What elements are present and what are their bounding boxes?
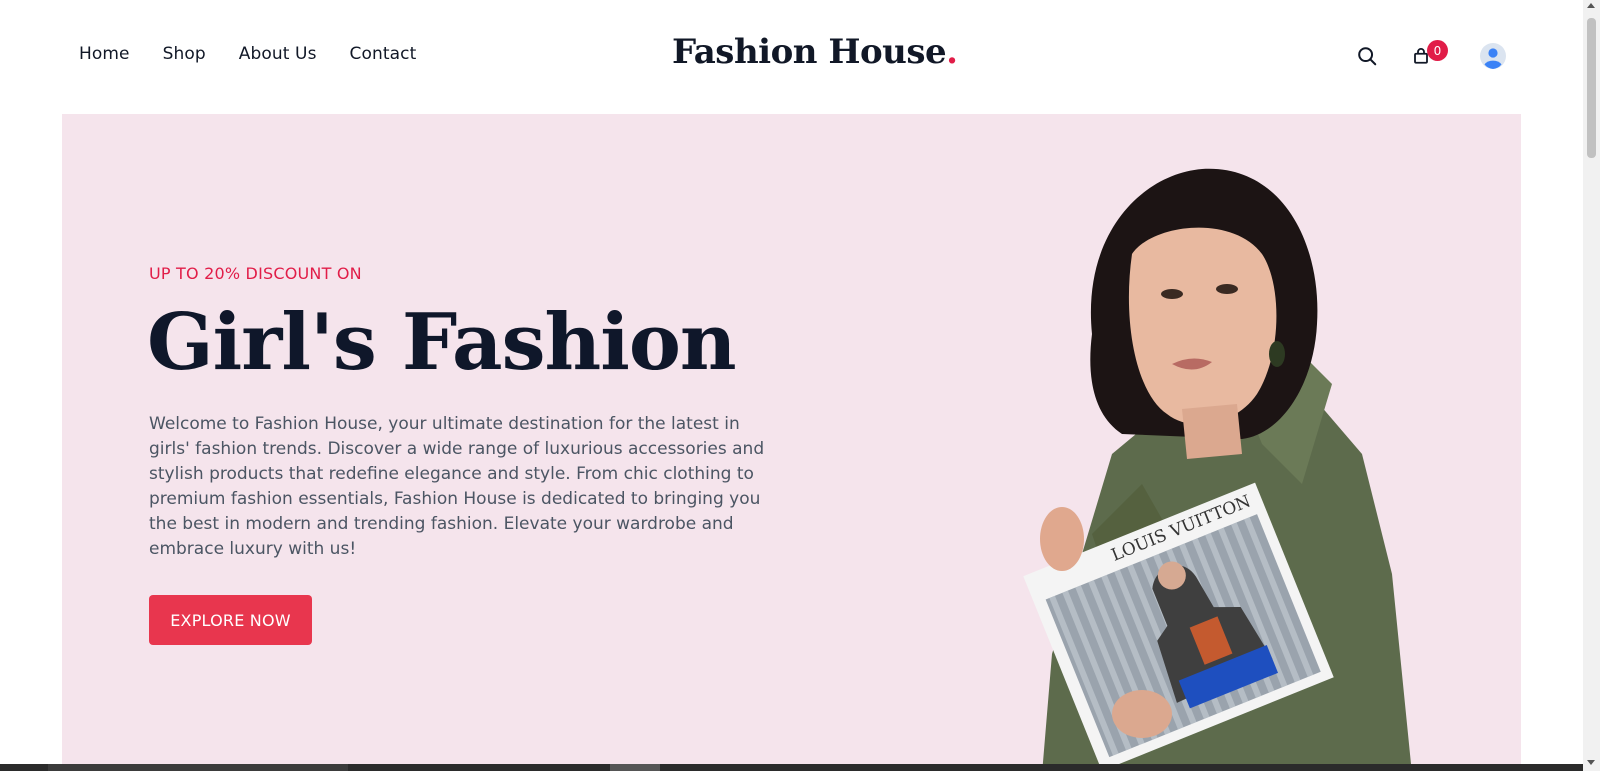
nav-contact-link[interactable]: Contact	[350, 44, 417, 64]
explore-now-button[interactable]: EXPLORE NOW	[149, 595, 312, 645]
hero-description: Welcome to Fashion House, your ultimate …	[149, 414, 765, 559]
site-header: Home Shop About Us Contact Fashion House…	[0, 0, 1583, 114]
site-logo[interactable]: Fashion House.	[672, 32, 958, 72]
cart-button[interactable]: 0	[1403, 38, 1448, 74]
scrollbar-thumb[interactable]	[1587, 18, 1596, 158]
hero-model-image: LOUIS VUITTON	[1023, 168, 1412, 771]
user-account-button[interactable]	[1475, 38, 1511, 74]
search-icon	[1358, 47, 1377, 66]
bottom-strip-segment	[48, 764, 348, 771]
user-avatar-icon	[1480, 43, 1506, 69]
scroll-down-arrow[interactable]	[1587, 760, 1595, 765]
nav-home-link[interactable]: Home	[79, 44, 130, 64]
bottom-strip-segment	[610, 764, 660, 771]
scroll-up-arrow[interactable]	[1587, 3, 1595, 8]
nav-shop-link[interactable]: Shop	[163, 44, 206, 64]
page-scrollbar[interactable]	[1583, 0, 1600, 771]
header-actions: 0	[1349, 38, 1509, 74]
hero-title: Girl's Fashion	[147, 297, 737, 388]
bottom-edge-strip	[0, 764, 1583, 771]
hero-eyebrow: UP TO 20% DISCOUNT ON	[149, 264, 362, 283]
search-button[interactable]	[1349, 38, 1385, 74]
hero-banner: UP TO 20% DISCOUNT ON Girl's Fashion Wel…	[62, 114, 1521, 771]
logo-dot: .	[946, 32, 958, 72]
cart-count-badge: 0	[1427, 40, 1448, 61]
main-nav: Home Shop About Us Contact	[79, 44, 416, 64]
logo-text: Fashion House	[672, 32, 947, 72]
nav-about-link[interactable]: About Us	[239, 44, 317, 64]
